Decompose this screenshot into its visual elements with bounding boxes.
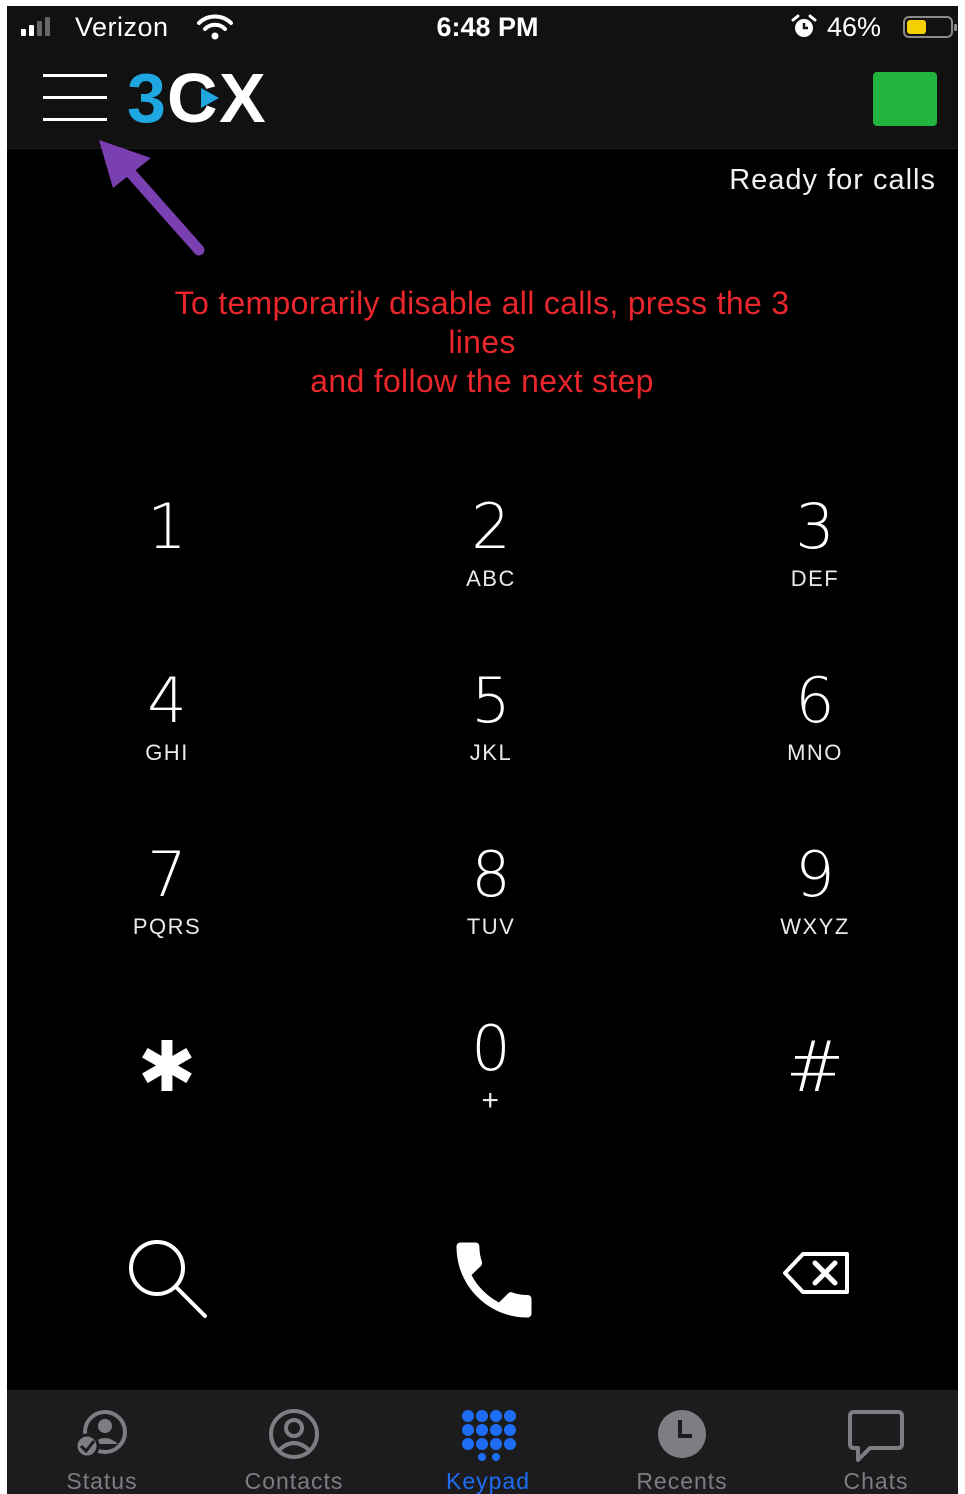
search-icon[interactable]: [123, 1234, 213, 1324]
3cx-logo: 3 C X: [127, 62, 266, 134]
key-letters: JKL: [469, 740, 513, 765]
key-4[interactable]: 4 GHI: [67, 668, 267, 798]
tab-label: Contacts: [244, 1468, 344, 1494]
phone-icon[interactable]: [439, 1230, 549, 1330]
presence-status-button[interactable]: [873, 72, 937, 126]
tab-contacts[interactable]: Contacts: [199, 1390, 389, 1494]
instruction-note: To temporarily disable all calls, press …: [97, 284, 867, 401]
key-digit: #: [785, 1026, 845, 1108]
key-digit: 6: [795, 664, 835, 737]
key-hash[interactable]: #: [715, 1026, 915, 1164]
phone-screen: Verizon 6:48 PM 46% 3 C X Ready for call…: [7, 6, 958, 1494]
key-1[interactable]: 1: [67, 494, 267, 624]
key-letters: WXYZ: [780, 914, 850, 939]
battery-icon: [903, 16, 957, 38]
instruction-line-2: lines: [448, 324, 516, 360]
key-6[interactable]: 6 MNO: [715, 668, 915, 798]
backspace-icon[interactable]: [781, 1250, 853, 1296]
hamburger-menu-button[interactable]: [43, 72, 109, 126]
annotation-arrow-icon: [99, 140, 205, 256]
key-letters: GHI: [145, 740, 189, 765]
tab-label: Status: [66, 1468, 138, 1494]
key-letters: MNO: [787, 740, 843, 765]
svg-text:3: 3: [127, 62, 166, 134]
status-icon: [74, 1410, 127, 1459]
key-digit: 3: [795, 490, 835, 563]
tab-chats[interactable]: Chats: [781, 1390, 958, 1494]
tab-label: Recents: [636, 1468, 728, 1494]
tab-keypad[interactable]: Keypad: [393, 1390, 583, 1494]
bottom-tab-bar: Status Contacts Keypad Recents Chats: [7, 1390, 958, 1494]
key-8[interactable]: 8 TUV: [391, 842, 591, 972]
key-letters: DEF: [790, 566, 840, 591]
key-digit: 1: [147, 490, 187, 563]
instruction-line-1: To temporarily disable all calls, press …: [174, 285, 790, 321]
key-digit: ✱: [137, 1026, 197, 1108]
key-digit: 5: [471, 664, 511, 737]
key-7[interactable]: 7 PQRS: [67, 842, 267, 972]
battery-fill: [907, 20, 927, 34]
key-digit: 0: [471, 1012, 511, 1085]
key-star[interactable]: ✱: [67, 1026, 267, 1164]
key-9[interactable]: 9 WXYZ: [715, 842, 915, 972]
tab-label: Keypad: [445, 1468, 530, 1494]
key-digit: 2: [471, 490, 511, 563]
tab-label: Chats: [843, 1468, 909, 1494]
key-digit: 4: [147, 664, 187, 737]
contacts-icon: [269, 1409, 319, 1459]
key-letters: ABC: [466, 566, 516, 591]
clock-icon: [658, 1410, 706, 1458]
key-5[interactable]: 5 JKL: [391, 668, 591, 798]
chat-icon: [848, 1410, 904, 1462]
key-letters: TUV: [466, 914, 516, 939]
key-0[interactable]: 0 +: [391, 1016, 591, 1146]
key-letters: PQRS: [132, 914, 202, 939]
instruction-line-3: and follow the next step: [310, 363, 654, 399]
status-bar: Verizon 6:48 PM 46%: [7, 6, 958, 48]
key-2[interactable]: 2 ABC: [391, 494, 591, 624]
battery-percent: 46%: [827, 12, 882, 42]
key-digit: 9: [795, 838, 835, 911]
keypad-icon: [462, 1410, 516, 1461]
tab-status[interactable]: Status: [7, 1390, 197, 1494]
connection-status-text: Ready for calls: [729, 164, 936, 196]
key-3[interactable]: 3 DEF: [715, 494, 915, 624]
svg-text:X: X: [219, 62, 266, 134]
key-digit: 8: [471, 838, 511, 911]
tab-recents[interactable]: Recents: [587, 1390, 777, 1494]
key-digit: 7: [147, 838, 187, 911]
alarm-icon: [791, 14, 817, 37]
key-letters: +: [481, 1084, 501, 1117]
